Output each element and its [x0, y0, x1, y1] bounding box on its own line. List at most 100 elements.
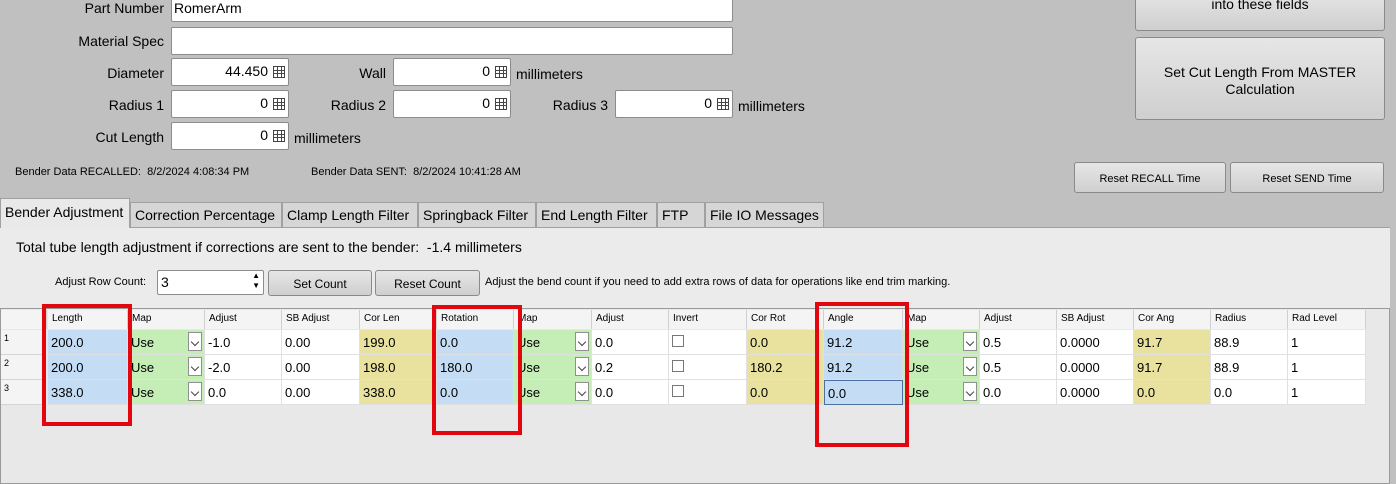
grid-cell-adjust[interactable]: 0.0 [980, 380, 1057, 405]
grid-cell-adjust[interactable]: 0.5 [980, 355, 1057, 380]
chevron-down-icon[interactable] [963, 382, 977, 401]
row-number[interactable]: 3 [1, 380, 45, 405]
row-number[interactable]: 1 [1, 330, 45, 355]
col-header-sb-adjust[interactable]: SB Adjust [282, 310, 360, 329]
grid-cell-sb-adjust[interactable]: 0.0000 [1057, 355, 1134, 380]
grid-cell-map[interactable]: Use [514, 380, 592, 405]
grid-cell-adjust[interactable]: -1.0 [205, 330, 282, 355]
col-header-adjust[interactable]: Adjust [980, 310, 1057, 329]
grid-cell-map[interactable]: Use [128, 380, 205, 405]
set-cut-length-button[interactable]: Set Cut Length From MASTER Calculation [1135, 37, 1385, 120]
reset-recall-time-button[interactable]: Reset RECALL Time [1074, 162, 1226, 193]
set-count-button[interactable]: Set Count [268, 270, 372, 296]
chevron-down-icon[interactable] [188, 332, 202, 351]
grid-cell-rad-level[interactable]: 1 [1288, 330, 1366, 355]
tab-end-length-filter[interactable]: End Length Filter [536, 202, 657, 227]
col-header-length[interactable]: Length [48, 310, 128, 329]
tab-bender-adjustment[interactable]: Bender Adjustment [0, 198, 130, 228]
grid-cell-cor-len[interactable]: 199.0 [360, 330, 437, 355]
grid-cell-radius[interactable]: 88.9 [1211, 330, 1288, 355]
invert-checkbox[interactable] [672, 360, 684, 372]
material-spec-input[interactable] [171, 27, 733, 55]
grid-cell-adjust[interactable]: 0.0 [592, 330, 669, 355]
grid-cell-map[interactable]: Use [903, 330, 980, 355]
col-header-cor-rot[interactable]: Cor Rot [747, 310, 824, 329]
reset-send-time-button[interactable]: Reset SEND Time [1230, 162, 1384, 193]
calculator-icon[interactable] [495, 66, 507, 78]
radius2-input[interactable]: 0 [393, 90, 511, 118]
grid-cell-angle[interactable]: 91.2 [824, 355, 903, 380]
spinner-arrows-icon[interactable]: ▲ ▼ [252, 271, 260, 291]
col-header-map[interactable]: Map [514, 310, 592, 329]
grid-cell-sb-adjust[interactable]: 0.00 [282, 330, 360, 355]
grid-cell-cor-rot[interactable]: 0.0 [747, 380, 824, 405]
grid-cell-cor-rot[interactable]: 0.0 [747, 330, 824, 355]
grid-cell-invert[interactable] [669, 355, 747, 380]
grid-cell-invert[interactable] [669, 330, 747, 355]
grid-cell-length[interactable]: 200.0 [48, 355, 128, 380]
chevron-down-icon[interactable] [575, 382, 589, 401]
calculator-icon[interactable] [495, 98, 507, 110]
chevron-down-icon[interactable] [963, 357, 977, 376]
grid-cell-rotation[interactable]: 0.0 [437, 330, 514, 355]
part-number-input[interactable]: RomerArm [171, 0, 733, 22]
grid-cell-cor-ang[interactable]: 91.7 [1134, 355, 1211, 380]
grid-cell-map[interactable]: Use [514, 330, 592, 355]
col-header-invert[interactable]: Invert [669, 310, 747, 329]
cut-length-input[interactable]: 0 [171, 122, 289, 150]
grid-cell-sb-adjust[interactable]: 0.00 [282, 380, 360, 405]
chevron-down-icon[interactable] [963, 332, 977, 351]
reset-count-button[interactable]: Reset Count [375, 270, 480, 296]
grid-cell-adjust[interactable]: 0.0 [592, 380, 669, 405]
col-header-adjust[interactable]: Adjust [592, 310, 669, 329]
calculator-icon[interactable] [273, 130, 285, 142]
grid-cell-rad-level[interactable]: 1 [1288, 355, 1366, 380]
chevron-down-icon[interactable] [188, 357, 202, 376]
grid-cell-map[interactable]: Use [903, 355, 980, 380]
grid-cell-sb-adjust[interactable]: 0.0000 [1057, 330, 1134, 355]
grid-cell-length[interactable]: 338.0 [48, 380, 128, 405]
grid-cell-angle[interactable]: 0.0 [824, 380, 903, 405]
grid-cell-cor-rot[interactable]: 180.2 [747, 355, 824, 380]
col-header-cor-len[interactable]: Cor Len [360, 310, 437, 329]
chevron-down-icon[interactable] [575, 357, 589, 376]
diameter-input[interactable]: 44.450 [171, 58, 289, 86]
grid-cell-sb-adjust[interactable]: 0.0000 [1057, 380, 1134, 405]
col-header-radius[interactable]: Radius [1211, 310, 1288, 329]
tab-correction-percentage[interactable]: Correction Percentage [130, 202, 282, 227]
chevron-down-icon[interactable] [188, 382, 202, 401]
grid-cell-rotation[interactable]: 180.0 [437, 355, 514, 380]
col-header-angle[interactable]: Angle [824, 310, 903, 329]
invert-checkbox[interactable] [672, 335, 684, 347]
row-count-spinner[interactable]: 3 ▲ ▼ [157, 270, 264, 295]
tab-clamp-length-filter[interactable]: Clamp Length Filter [282, 202, 418, 227]
grid-cell-rad-level[interactable]: 1 [1288, 380, 1366, 405]
grid-cell-invert[interactable] [669, 380, 747, 405]
col-header-rad-level[interactable]: Rad Level [1288, 310, 1366, 329]
radius1-input[interactable]: 0 [171, 90, 289, 118]
tab-springback-filter[interactable]: Springback Filter [418, 202, 536, 227]
invert-checkbox[interactable] [672, 385, 684, 397]
tab-ftp[interactable]: FTP [657, 202, 705, 227]
tab-file-io-messages[interactable]: File IO Messages [705, 202, 824, 227]
col-header-map[interactable]: Map [128, 310, 205, 329]
col-header-map[interactable]: Map [903, 310, 980, 329]
grid-cell-radius[interactable]: 88.9 [1211, 355, 1288, 380]
calculator-icon[interactable] [717, 98, 729, 110]
col-header-sb-adjust[interactable]: SB Adjust [1057, 310, 1134, 329]
grid-cell-map[interactable]: Use [128, 330, 205, 355]
grid-cell-cor-len[interactable]: 198.0 [360, 355, 437, 380]
col-header-adjust[interactable]: Adjust [205, 310, 282, 329]
grid-cell-adjust[interactable]: 0.5 [980, 330, 1057, 355]
calculator-icon[interactable] [273, 66, 285, 78]
grid-cell-sb-adjust[interactable]: 0.00 [282, 355, 360, 380]
grid-cell-adjust[interactable]: -2.0 [205, 355, 282, 380]
chevron-down-icon[interactable] [575, 332, 589, 351]
grid-cell-radius[interactable]: 0.0 [1211, 380, 1288, 405]
col-header-rotation[interactable]: Rotation [437, 310, 514, 329]
grid-cell-cor-ang[interactable]: 91.7 [1134, 330, 1211, 355]
grid-cell-map[interactable]: Use [903, 380, 980, 405]
calculator-icon[interactable] [273, 98, 285, 110]
grid-cell-length[interactable]: 200.0 [48, 330, 128, 355]
col-header-cor-ang[interactable]: Cor Ang [1134, 310, 1211, 329]
